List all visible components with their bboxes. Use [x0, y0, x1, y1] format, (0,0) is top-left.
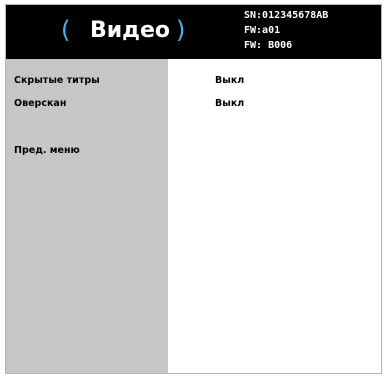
menu-item-overscan[interactable]: Оверскан — [14, 98, 66, 109]
overscan-value[interactable]: Выкл — [215, 98, 244, 109]
menu-item-previous-menu[interactable]: Пред. меню — [14, 145, 80, 156]
serial-number: SN:012345678AB — [244, 10, 329, 21]
osd-menu-window: ( Видео ) SN:012345678AB FW:a01 FW: B006… — [5, 4, 382, 374]
menu-labels-panel: Скрытые титры Оверскан Пред. меню — [6, 59, 168, 373]
right-bracket-icon: ) — [176, 16, 186, 44]
firmware-info: SN:012345678AB FW:a01 FW: B006 — [244, 8, 328, 53]
menu-title: Видео — [90, 18, 170, 43]
firmware-version-2: FW: B006 — [244, 40, 293, 51]
menu-item-closed-captions[interactable]: Скрытые титры — [14, 75, 100, 86]
left-bracket-icon: ( — [61, 16, 71, 44]
firmware-version-1: FW:a01 — [244, 25, 281, 36]
menu-header: ( Видео ) SN:012345678AB FW:a01 FW: B006 — [6, 5, 381, 59]
closed-captions-value[interactable]: Выкл — [215, 75, 244, 86]
menu-values-panel: Выкл Выкл — [168, 59, 381, 373]
